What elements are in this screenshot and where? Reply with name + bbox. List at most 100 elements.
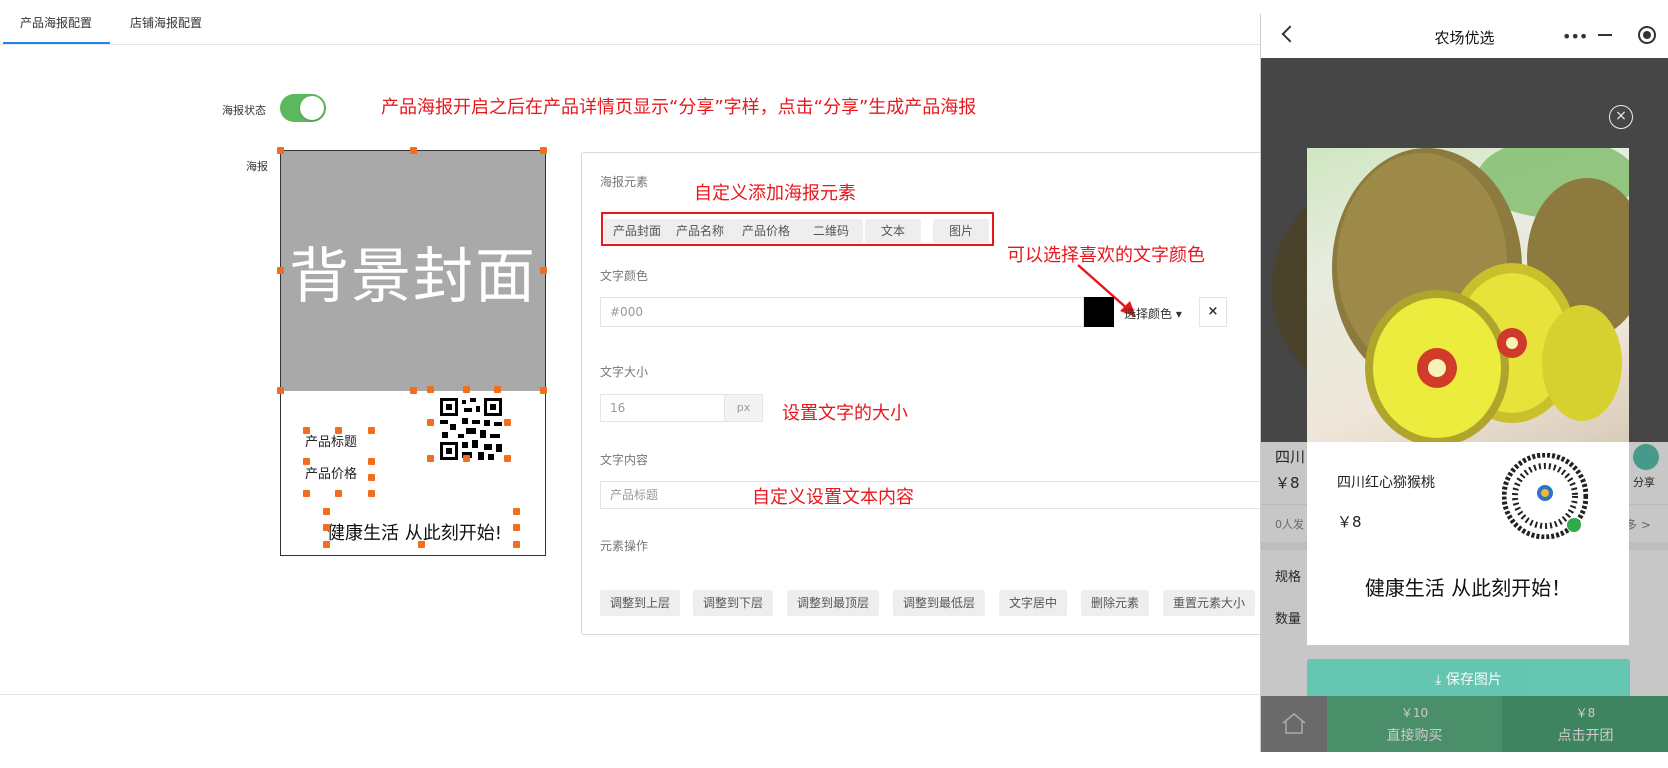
poster-product-title[interactable]: 产品标题: [305, 431, 357, 450]
miniprogram-title: 农场优选: [1434, 29, 1495, 47]
detail-bottom-bar: ￥10 直接购买 ￥8 点击开团: [1261, 696, 1668, 752]
poster-background-cover[interactable]: 背景封面: [281, 151, 545, 391]
text-size-label: 文字大小: [600, 365, 649, 379]
resize-handle[interactable]: [513, 508, 520, 515]
resize-handle[interactable]: [410, 387, 417, 394]
text-size-unit: px: [725, 394, 763, 422]
minimize-icon[interactable]: [1598, 34, 1612, 36]
poster-slogan-text[interactable]: 健康生活 从此刻开始!: [327, 519, 502, 545]
element-chip-text[interactable]: 文本: [865, 219, 922, 243]
op-reset-size-button[interactable]: 重置元素大小: [1163, 590, 1256, 616]
poster-canvas[interactable]: 背景封面 产品标题 产品价格 健康生活 从此刻开始!: [277, 147, 547, 556]
element-chip-cover[interactable]: 产品封面: [604, 219, 671, 243]
resize-handle[interactable]: [368, 427, 375, 434]
text-content-input[interactable]: 产品标题: [600, 481, 1280, 509]
home-button[interactable]: [1261, 696, 1327, 752]
start-group-label: 点击开团: [1557, 728, 1614, 744]
close-miniprogram-icon[interactable]: [1638, 26, 1656, 44]
resize-handle[interactable]: [513, 524, 520, 531]
product-cover-image: [1307, 148, 1629, 442]
resize-handle[interactable]: [277, 387, 284, 394]
op-move-top-button[interactable]: 调整到最顶层: [787, 590, 880, 616]
tab-bar: 产品海报配置 店铺海报配置: [0, 0, 1260, 45]
annotation-content-note: 自定义设置文本内容: [752, 487, 914, 508]
clear-color-button[interactable]: ×: [1199, 297, 1227, 327]
poster-config-panel: 海报元素 自定义添加海报元素 产品封面 产品名称 产品价格 二维码 文本 图片 …: [581, 152, 1280, 635]
resize-handle[interactable]: [513, 541, 520, 548]
caret-down-icon: ▾: [1175, 307, 1182, 321]
resize-handle[interactable]: [323, 524, 330, 531]
element-chip-qrcode[interactable]: 二维码: [799, 219, 864, 243]
text-size-input[interactable]: 16: [600, 394, 725, 422]
miniprogram-header: 农场优选 •••: [1261, 14, 1668, 58]
buy-now-label: 直接购买: [1386, 728, 1443, 744]
resize-handle[interactable]: [323, 541, 330, 548]
start-group-button[interactable]: ￥8 点击开团: [1502, 696, 1668, 752]
color-swatch[interactable]: [1084, 297, 1114, 327]
resize-handle[interactable]: [427, 386, 434, 393]
miniprogram-code-image: [1502, 453, 1588, 539]
pick-color-dropdown[interactable]: 选择颜色 ▾: [1124, 305, 1182, 322]
resize-handle[interactable]: [277, 147, 284, 154]
element-chip-name[interactable]: 产品名称: [667, 219, 734, 243]
resize-handle[interactable]: [335, 490, 342, 497]
op-delete-element-button[interactable]: 删除元素: [1081, 590, 1150, 616]
resize-handle[interactable]: [368, 458, 375, 465]
resize-handle[interactable]: [540, 267, 547, 274]
op-move-up-button[interactable]: 调整到上层: [600, 590, 681, 616]
resize-handle[interactable]: [504, 455, 511, 462]
poster-status-toggle[interactable]: [280, 94, 326, 122]
resize-handle[interactable]: [418, 541, 425, 548]
resize-handle[interactable]: [303, 490, 310, 497]
resize-handle[interactable]: [335, 427, 342, 434]
op-center-text-button[interactable]: 文字居中: [999, 590, 1068, 616]
resize-handle[interactable]: [368, 474, 375, 481]
resize-handle[interactable]: [277, 267, 284, 274]
kiwi-image: [1332, 148, 1629, 442]
resize-handle[interactable]: [463, 386, 470, 393]
elements-section-label: 海报元素: [600, 175, 649, 189]
background-cover-text: 背景封面: [289, 241, 537, 312]
poster-qr-code[interactable]: [438, 396, 504, 462]
card-slogan: 健康生活 从此刻开始！: [1364, 576, 1572, 600]
tab-store-poster[interactable]: 店铺海报配置: [130, 14, 202, 31]
text-color-label: 文字颜色: [600, 269, 649, 283]
resize-handle[interactable]: [427, 419, 434, 426]
card-product-price: ￥8: [1337, 513, 1362, 531]
active-tab-indicator: [3, 42, 110, 44]
annotation-elements-note: 自定义添加海报元素: [694, 183, 856, 204]
buy-now-button[interactable]: ￥10 直接购买: [1327, 696, 1502, 752]
op-move-bottom-button[interactable]: 调整到最低层: [893, 590, 986, 616]
resize-handle[interactable]: [323, 508, 330, 515]
elements-highlight-box: 产品封面 产品名称 产品价格 二维码 文本 图片: [601, 212, 994, 246]
resize-handle[interactable]: [410, 147, 417, 154]
element-chip-image[interactable]: 图片: [933, 219, 990, 243]
poster-product-price[interactable]: 产品价格: [305, 463, 357, 482]
tab-product-poster[interactable]: 产品海报配置: [20, 14, 92, 31]
annotation-size-note: 设置文字的大小: [782, 403, 908, 424]
start-group-price: ￥8: [1575, 706, 1596, 720]
close-poster-icon[interactable]: ×: [1609, 105, 1633, 129]
resize-handle[interactable]: [463, 455, 470, 462]
more-dots-icon[interactable]: •••: [1562, 29, 1588, 45]
resize-handle[interactable]: [494, 386, 501, 393]
annotation-status-note: 产品海报开启之后在产品详情页显示“分享”字样，点击“分享”生成产品海报: [381, 97, 977, 118]
text-content-label: 文字内容: [600, 453, 649, 467]
resize-handle[interactable]: [368, 490, 375, 497]
save-image-label: 保存图片: [1445, 672, 1502, 688]
element-chip-price[interactable]: 产品价格: [733, 219, 800, 243]
download-icon: ⤓: [1435, 672, 1442, 688]
op-move-down-button[interactable]: 调整到下层: [693, 590, 774, 616]
poster-status-label: 海报状态: [222, 104, 266, 117]
poster-label: 海报: [246, 160, 268, 173]
toggle-knob: [300, 96, 324, 120]
resize-handle[interactable]: [540, 147, 547, 154]
resize-handle[interactable]: [540, 387, 547, 394]
element-ops-label: 元素操作: [600, 539, 649, 553]
text-color-input[interactable]: #000: [600, 297, 1084, 327]
resize-handle[interactable]: [504, 419, 511, 426]
phone-preview: 农场优选 ••• 四川 ￥8 分享 0人发 更多 > 规格 数量 × 四川红心猕…: [1260, 14, 1668, 752]
generated-poster-card: 四川红心猕猴桃 ￥8 健康生活 从此刻开始！: [1307, 148, 1629, 645]
resize-handle[interactable]: [427, 455, 434, 462]
resize-handle[interactable]: [303, 427, 310, 434]
